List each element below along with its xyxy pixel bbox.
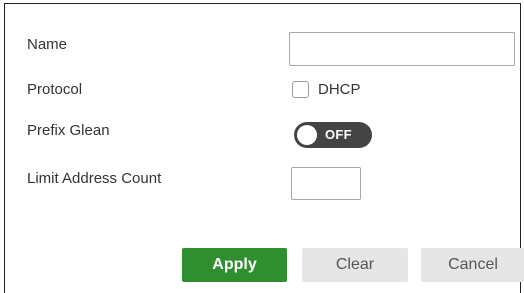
- toggle-knob: [297, 125, 317, 145]
- prefix-glean-toggle[interactable]: OFF: [294, 122, 372, 148]
- dhcp-checkbox[interactable]: [292, 81, 309, 98]
- name-label: Name: [27, 36, 68, 53]
- toggle-state-text: OFF: [325, 127, 352, 142]
- clear-button[interactable]: Clear: [302, 248, 408, 282]
- name-input[interactable]: [289, 32, 515, 66]
- dialog-panel: Name Protocol DHCP Prefix Glean OFF Limi…: [4, 3, 524, 293]
- cancel-button[interactable]: Cancel: [421, 248, 524, 282]
- dhcp-checkbox-label[interactable]: DHCP: [318, 81, 361, 98]
- limit-address-count-label: Limit Address Count: [27, 170, 162, 187]
- prefix-glean-label: Prefix Glean: [27, 122, 110, 139]
- protocol-label: Protocol: [27, 81, 83, 98]
- limit-address-count-input[interactable]: [291, 167, 361, 200]
- apply-button[interactable]: Apply: [182, 248, 287, 282]
